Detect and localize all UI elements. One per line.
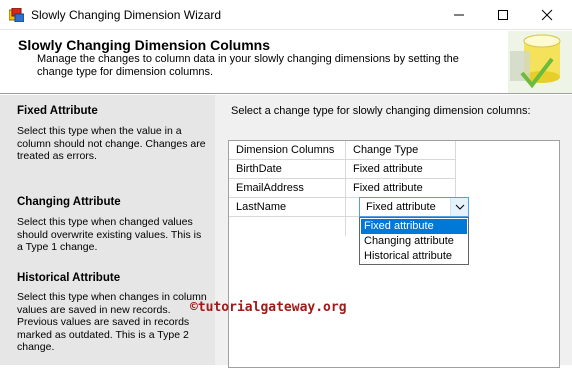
grid-new-row-cell[interactable]: [229, 217, 346, 236]
grid-cell-column[interactable]: BirthDate: [229, 160, 346, 179]
title-bar: Slowly Changing Dimension Wizard: [0, 0, 572, 30]
grid-cell-column[interactable]: EmailAddress: [229, 179, 346, 198]
attribute-help-panel: Fixed Attribute Select this type when th…: [0, 95, 215, 365]
grid-cell-column[interactable]: LastName: [229, 198, 346, 217]
maximize-button[interactable]: [481, 0, 525, 30]
changing-attribute-heading: Changing Attribute: [17, 196, 121, 208]
page-description: Manage the changes to column data in you…: [37, 53, 459, 78]
column-header-dimension[interactable]: Dimension Columns: [229, 141, 346, 160]
close-button[interactable]: [525, 0, 569, 30]
minimize-button[interactable]: [437, 0, 481, 30]
change-type-dropdown-list: Fixed attribute Changing attribute Histo…: [359, 217, 469, 265]
dimension-cylinder-graphic: [508, 31, 572, 93]
column-grid[interactable]: Dimension Columns Change Type BirthDate …: [228, 140, 560, 368]
changing-attribute-description: Select this type when changed values sho…: [17, 216, 202, 253]
close-icon: [541, 9, 553, 21]
wizard-header: Slowly Changing Dimension Columns Manage…: [0, 30, 572, 94]
page-title: Slowly Changing Dimension Columns: [18, 37, 271, 53]
dropdown-arrow-button[interactable]: [450, 198, 468, 216]
column-change-type-panel: Select a change type for slowly changing…: [215, 95, 572, 368]
wizard-app-icon: [8, 7, 25, 23]
fixed-attribute-description: Select this type when the value in a col…: [17, 125, 206, 162]
grid-cell-change-type[interactable]: Fixed attribute: [346, 179, 456, 198]
option-changing-attribute[interactable]: Changing attribute: [361, 234, 467, 249]
fixed-attribute-heading: Fixed Attribute: [17, 105, 98, 117]
watermark: ©tutorialgateway.org: [190, 300, 347, 315]
window-title: Slowly Changing Dimension Wizard: [31, 8, 222, 22]
option-fixed-attribute[interactable]: Fixed attribute: [361, 219, 467, 234]
change-type-combobox[interactable]: Fixed attribute: [359, 197, 469, 217]
historical-attribute-description: Select this type when changes in column …: [17, 291, 207, 353]
minimize-icon: [454, 14, 464, 16]
instruction-text: Select a change type for slowly changing…: [231, 105, 531, 117]
change-type-combobox-value: Fixed attribute: [366, 201, 436, 213]
grid-cell-change-type[interactable]: Fixed attribute: [346, 160, 456, 179]
option-historical-attribute[interactable]: Historical attribute: [361, 249, 467, 264]
maximize-icon: [498, 10, 508, 20]
historical-attribute-heading: Historical Attribute: [17, 272, 121, 284]
chevron-down-icon: [455, 204, 465, 210]
column-header-change-type[interactable]: Change Type: [346, 141, 456, 160]
